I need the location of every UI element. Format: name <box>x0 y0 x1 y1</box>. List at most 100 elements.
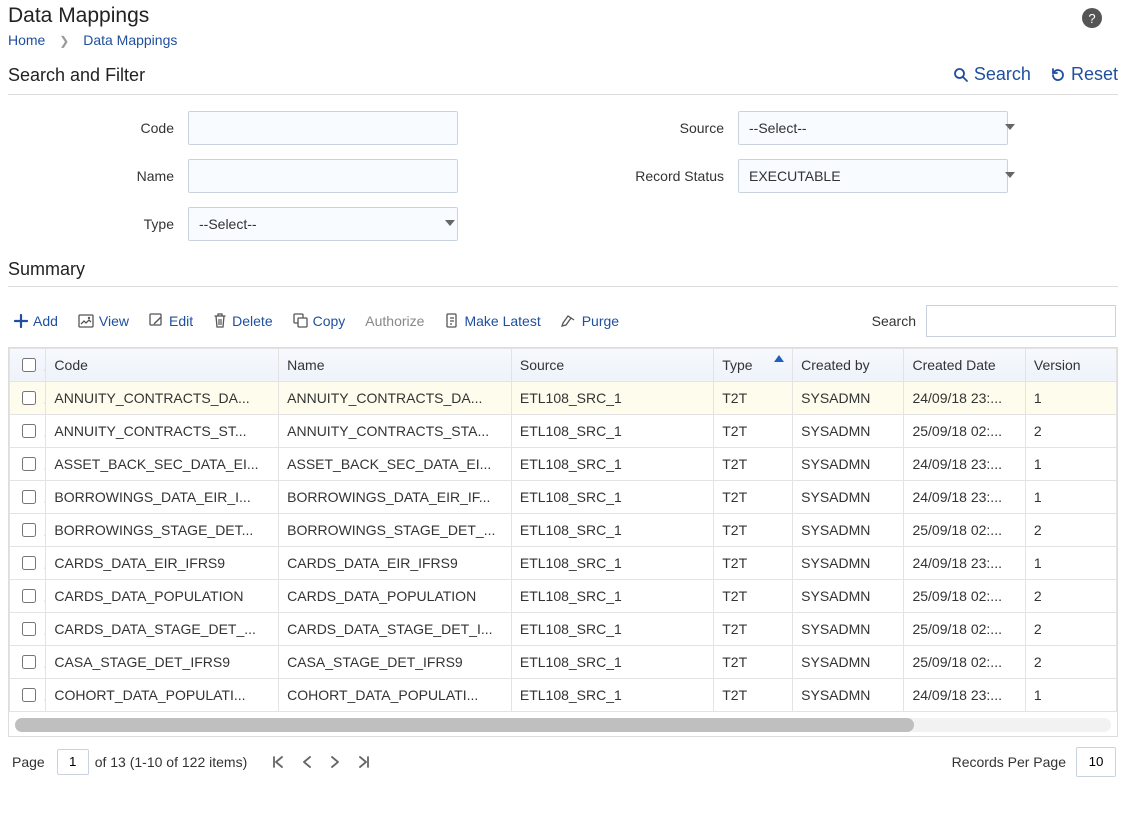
type-select[interactable]: --Select-- <box>188 207 468 241</box>
horizontal-scrollbar[interactable] <box>15 718 1111 732</box>
row-checkbox[interactable] <box>22 589 36 603</box>
edit-button[interactable]: Edit <box>149 313 193 329</box>
breadcrumb-home[interactable]: Home <box>8 32 45 48</box>
make-latest-button[interactable]: Make Latest <box>444 313 540 329</box>
cell-source: ETL108_SRC_1 <box>511 513 713 546</box>
breadcrumb: Home ❯ Data Mappings <box>8 30 1118 62</box>
plus-icon <box>14 314 28 328</box>
cell-type: T2T <box>714 381 793 414</box>
cell-source: ETL108_SRC_1 <box>511 678 713 711</box>
col-version[interactable]: Version <box>1025 348 1116 381</box>
cell-code: ANNUITY_CONTRACTS_DA... <box>46 381 279 414</box>
copy-button[interactable]: Copy <box>293 313 346 329</box>
view-icon <box>78 314 94 328</box>
cell-code: COHORT_DATA_POPULATI... <box>46 678 279 711</box>
edit-icon <box>149 313 164 328</box>
reset-button[interactable]: Reset <box>1050 64 1118 85</box>
cell-created-date: 25/09/18 02:... <box>904 513 1025 546</box>
table-row[interactable]: CASA_STAGE_DET_IFRS9CASA_STAGE_DET_IFRS9… <box>10 645 1117 678</box>
cell-type: T2T <box>714 447 793 480</box>
delete-button[interactable]: Delete <box>213 313 272 329</box>
table-row[interactable]: CARDS_DATA_POPULATIONCARDS_DATA_POPULATI… <box>10 579 1117 612</box>
row-checkbox[interactable] <box>22 523 36 537</box>
source-select[interactable]: --Select-- <box>738 111 1028 145</box>
cell-name: BORROWINGS_DATA_EIR_IF... <box>279 480 512 513</box>
col-name[interactable]: Name <box>279 348 512 381</box>
cell-created-date: 25/09/18 02:... <box>904 645 1025 678</box>
cell-created-by: SYSADMN <box>793 678 904 711</box>
record-status-label: Record Status <box>468 168 738 184</box>
row-checkbox[interactable] <box>22 556 36 570</box>
cell-version: 2 <box>1025 414 1116 447</box>
help-icon[interactable]: ? <box>1082 8 1102 28</box>
first-page-button[interactable] <box>271 755 285 769</box>
cell-created-date: 24/09/18 23:... <box>904 546 1025 579</box>
cell-source: ETL108_SRC_1 <box>511 612 713 645</box>
cell-version: 1 <box>1025 447 1116 480</box>
table-row[interactable]: BORROWINGS_DATA_EIR_I...BORROWINGS_DATA_… <box>10 480 1117 513</box>
cell-code: CASA_STAGE_DET_IFRS9 <box>46 645 279 678</box>
table-row[interactable]: BORROWINGS_STAGE_DET...BORROWINGS_STAGE_… <box>10 513 1117 546</box>
row-checkbox[interactable] <box>22 655 36 669</box>
prev-page-button[interactable] <box>301 755 313 769</box>
col-type[interactable]: Type <box>714 348 793 381</box>
add-button[interactable]: Add <box>14 313 58 329</box>
cell-version: 1 <box>1025 546 1116 579</box>
cell-created-date: 24/09/18 23:... <box>904 678 1025 711</box>
cell-source: ETL108_SRC_1 <box>511 414 713 447</box>
code-label: Code <box>8 120 188 136</box>
name-field[interactable] <box>188 159 458 193</box>
col-code[interactable]: Code <box>46 348 279 381</box>
search-button[interactable]: Search <box>953 64 1031 85</box>
table-row[interactable]: COHORT_DATA_POPULATI...COHORT_DATA_POPUL… <box>10 678 1117 711</box>
code-field[interactable] <box>188 111 458 145</box>
record-status-select[interactable]: EXECUTABLE <box>738 159 1028 193</box>
cell-code: ASSET_BACK_SEC_DATA_EI... <box>46 447 279 480</box>
table-row[interactable]: ANNUITY_CONTRACTS_DA...ANNUITY_CONTRACTS… <box>10 381 1117 414</box>
next-page-button[interactable] <box>329 755 341 769</box>
col-created-by[interactable]: Created by <box>793 348 904 381</box>
cell-created-by: SYSADMN <box>793 480 904 513</box>
summary-title: Summary <box>8 255 1118 286</box>
cell-created-date: 24/09/18 23:... <box>904 447 1025 480</box>
table-row[interactable]: ASSET_BACK_SEC_DATA_EI...ASSET_BACK_SEC_… <box>10 447 1117 480</box>
sort-asc-icon <box>774 355 784 362</box>
search-filter-title: Search and Filter <box>8 65 145 86</box>
cell-type: T2T <box>714 480 793 513</box>
grid-search-input[interactable] <box>926 305 1116 337</box>
purge-button[interactable]: Purge <box>561 313 619 329</box>
source-label: Source <box>468 120 738 136</box>
last-page-button[interactable] <box>357 755 371 769</box>
authorize-button: Authorize <box>365 313 424 329</box>
cell-created-date: 25/09/18 02:... <box>904 414 1025 447</box>
cell-version: 2 <box>1025 612 1116 645</box>
col-created-date[interactable]: Created Date <box>904 348 1025 381</box>
cell-code: CARDS_DATA_POPULATION <box>46 579 279 612</box>
name-label: Name <box>8 168 188 184</box>
records-per-page-input[interactable] <box>1076 747 1116 777</box>
table-row[interactable]: CARDS_DATA_STAGE_DET_...CARDS_DATA_STAGE… <box>10 612 1117 645</box>
copy-icon <box>293 313 308 328</box>
table-row[interactable]: ANNUITY_CONTRACTS_ST...ANNUITY_CONTRACTS… <box>10 414 1117 447</box>
cell-name: CARDS_DATA_STAGE_DET_I... <box>279 612 512 645</box>
reset-icon <box>1050 67 1066 83</box>
row-checkbox[interactable] <box>22 622 36 636</box>
row-checkbox[interactable] <box>22 688 36 702</box>
view-button[interactable]: View <box>78 313 129 329</box>
row-checkbox[interactable] <box>22 457 36 471</box>
cell-type: T2T <box>714 579 793 612</box>
cell-type: T2T <box>714 546 793 579</box>
select-all-checkbox[interactable] <box>22 358 36 372</box>
cell-created-by: SYSADMN <box>793 645 904 678</box>
row-checkbox[interactable] <box>22 424 36 438</box>
page-number-input[interactable] <box>57 749 89 775</box>
chevron-right-icon: ❯ <box>59 34 69 48</box>
col-source[interactable]: Source <box>511 348 713 381</box>
cell-version: 2 <box>1025 579 1116 612</box>
cell-created-by: SYSADMN <box>793 546 904 579</box>
row-checkbox[interactable] <box>22 490 36 504</box>
pager-info: of 13 (1-10 of 122 items) <box>95 754 248 770</box>
table-row[interactable]: CARDS_DATA_EIR_IFRS9CARDS_DATA_EIR_IFRS9… <box>10 546 1117 579</box>
cell-type: T2T <box>714 513 793 546</box>
row-checkbox[interactable] <box>22 391 36 405</box>
